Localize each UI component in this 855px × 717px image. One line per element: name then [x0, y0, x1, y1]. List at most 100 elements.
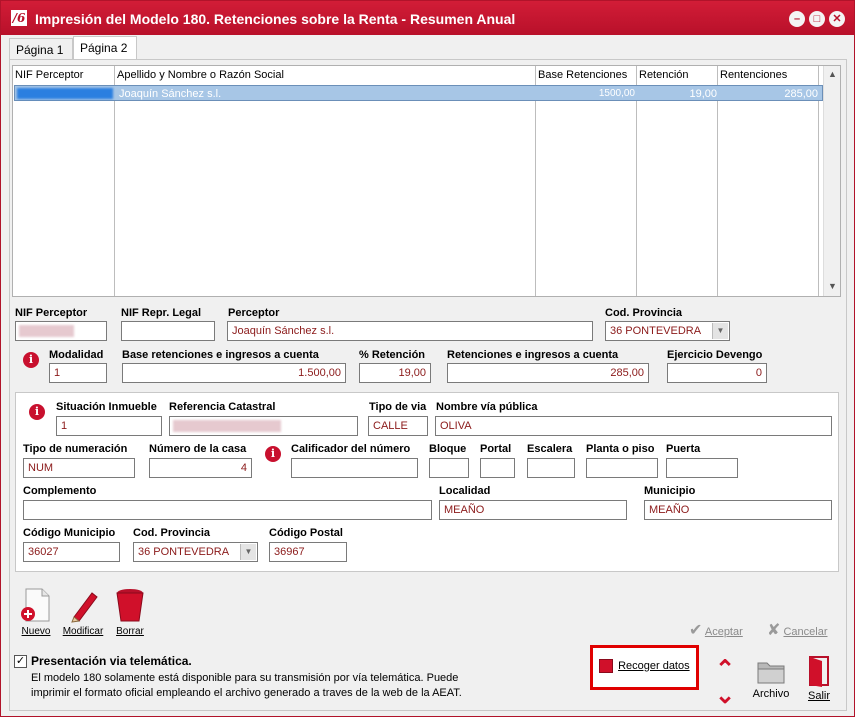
aceptar-button[interactable]: ✔ Aceptar: [689, 620, 743, 640]
pct-retencion-label: % Retención: [359, 349, 426, 361]
nif-repr-field[interactable]: [121, 321, 215, 341]
cod-provincia-label: Cod. Provincia: [605, 307, 683, 319]
escalera-label: Escalera: [527, 443, 573, 455]
header-retenciones[interactable]: Rentenciones: [720, 69, 787, 81]
calificador-field[interactable]: [291, 458, 418, 478]
scroll-down-icon[interactable]: ▼: [828, 281, 837, 291]
base-field[interactable]: 1.500,00: [122, 363, 346, 383]
folder-icon: [757, 662, 785, 684]
nombre-via-label: Nombre vía pública: [436, 401, 538, 413]
table-row[interactable]: Joaquín Sánchez s.l. 1500,00 19,00 285,0…: [14, 85, 823, 101]
recoger-datos-button[interactable]: Recoger datos: [599, 659, 690, 673]
check-icon: ✔: [689, 622, 703, 639]
close-icon[interactable]: ✕: [829, 11, 845, 27]
archivo-button[interactable]: Archivo: [749, 657, 793, 700]
num-casa-field[interactable]: 4: [149, 458, 252, 478]
complemento-label: Complemento: [23, 485, 97, 497]
cod-provincia-inmueble-value: 36 PONTEVEDRA: [138, 546, 230, 558]
perceptores-grid[interactable]: NIF Perceptor Apellido y Nombre o Razón …: [12, 65, 841, 297]
telematica-checkbox[interactable]: ✓: [14, 655, 27, 668]
scroll-up-icon[interactable]: ▲: [828, 69, 837, 79]
bloque-label: Bloque: [429, 443, 467, 455]
exit-door-icon: [809, 656, 829, 687]
puerta-label: Puerta: [666, 443, 701, 455]
escalera-field[interactable]: [527, 458, 575, 478]
row-base: 1500,00: [598, 88, 635, 99]
borrar-label: Borrar: [116, 626, 144, 637]
cod-provincia-inmueble-select[interactable]: 36 PONTEVEDRA ▼: [133, 542, 258, 562]
bloque-field[interactable]: [429, 458, 469, 478]
header-retencion[interactable]: Retención: [639, 69, 689, 81]
nombre-via-field[interactable]: OLIVA: [435, 416, 832, 436]
window-title: Impresión del Modelo 180. Retenciones so…: [35, 11, 516, 27]
cod-municipio-field[interactable]: 36027: [23, 542, 120, 562]
situacion-field[interactable]: 1: [56, 416, 162, 436]
trash-icon: [116, 589, 144, 622]
header-nombre[interactable]: Apellido y Nombre o Razón Social: [117, 69, 284, 81]
portal-field[interactable]: [480, 458, 515, 478]
chevron-down-icon[interactable]: ▼: [240, 544, 256, 560]
row-nombre: Joaquín Sánchez s.l.: [119, 88, 222, 100]
municipio-field[interactable]: MEAÑO: [644, 500, 832, 520]
cancelar-label: Cancelar: [783, 626, 828, 638]
cod-provincia-inmueble-label: Cod. Provincia: [133, 527, 211, 539]
municipio-label: Municipio: [644, 485, 696, 497]
portal-label: Portal: [480, 443, 512, 455]
redacted-nif: [17, 88, 113, 99]
ejercicio-field[interactable]: 0: [667, 363, 767, 383]
recoger-label: Recoger datos: [618, 659, 690, 672]
planta-label: Planta o piso: [586, 443, 655, 455]
telematica-label: Presentación via telemática.: [31, 654, 192, 668]
new-document-icon: [21, 588, 50, 622]
nuevo-label: Nuevo: [21, 626, 51, 637]
cod-municipio-label: Código Municipio: [23, 527, 116, 539]
modalidad-label: Modalidad: [49, 349, 104, 361]
header-base[interactable]: Base Retenciones: [538, 69, 627, 81]
tipo-via-field[interactable]: CALLE: [368, 416, 428, 436]
cod-provincia-value: 36 PONTEVEDRA: [610, 325, 702, 337]
cod-postal-label: Código Postal: [269, 527, 343, 539]
info-icon: i: [265, 446, 281, 462]
tab-pagina-2[interactable]: Página 2: [73, 36, 137, 60]
logo-icon: /6: [11, 10, 27, 26]
nif-perceptor-field[interactable]: [15, 321, 107, 341]
modificar-button[interactable]: Modificar: [61, 587, 105, 637]
tipo-via-label: Tipo de via: [369, 401, 427, 413]
retenciones-label: Retenciones e ingresos a cuenta: [447, 349, 619, 361]
referencia-field[interactable]: [169, 416, 358, 436]
aceptar-label: Aceptar: [704, 626, 743, 638]
row-retencion: 19,00: [689, 88, 717, 100]
minimize-icon[interactable]: –: [789, 11, 805, 27]
maximize-icon[interactable]: □: [809, 11, 825, 27]
recoger-datos-icon: [599, 659, 613, 673]
localidad-field[interactable]: MEAÑO: [439, 500, 627, 520]
nuevo-button[interactable]: Nuevo: [17, 587, 55, 637]
complemento-field[interactable]: [23, 500, 432, 520]
arrow-down-icon[interactable]: ⌄: [715, 681, 735, 710]
retenciones-field[interactable]: 285,00: [447, 363, 649, 383]
calificador-label: Calificador del número: [291, 443, 411, 455]
situacion-label: Situación Inmueble: [56, 401, 157, 413]
header-nif[interactable]: NIF Perceptor: [15, 69, 83, 81]
tipo-numeracion-label: Tipo de numeración: [23, 443, 128, 455]
borrar-button[interactable]: Borrar: [111, 587, 149, 637]
modalidad-field[interactable]: 1: [49, 363, 107, 383]
row-retenciones: 285,00: [784, 88, 818, 100]
tipo-numeracion-field[interactable]: NUM: [23, 458, 135, 478]
grid-scrollbar[interactable]: ▲ ▼: [823, 66, 840, 296]
cancelar-button[interactable]: ✘ Cancelar: [767, 620, 828, 640]
tab-pagina-1[interactable]: Página 1: [9, 38, 73, 60]
perceptor-field[interactable]: Joaquín Sánchez s.l.: [227, 321, 593, 341]
pct-retencion-field[interactable]: 19,00: [359, 363, 431, 383]
localidad-label: Localidad: [439, 485, 491, 497]
planta-field[interactable]: [586, 458, 658, 478]
arrow-up-icon[interactable]: ⌃: [715, 655, 735, 684]
puerta-field[interactable]: [666, 458, 738, 478]
cod-provincia-select[interactable]: 36 PONTEVEDRA ▼: [605, 321, 730, 341]
cod-postal-field[interactable]: 36967: [269, 542, 347, 562]
salir-button[interactable]: Salir: [801, 655, 837, 702]
nif-perceptor-label: NIF Perceptor: [15, 307, 88, 319]
salir-label: Salir: [807, 690, 830, 702]
chevron-down-icon[interactable]: ▼: [712, 323, 728, 339]
perceptor-label: Perceptor: [228, 307, 280, 319]
